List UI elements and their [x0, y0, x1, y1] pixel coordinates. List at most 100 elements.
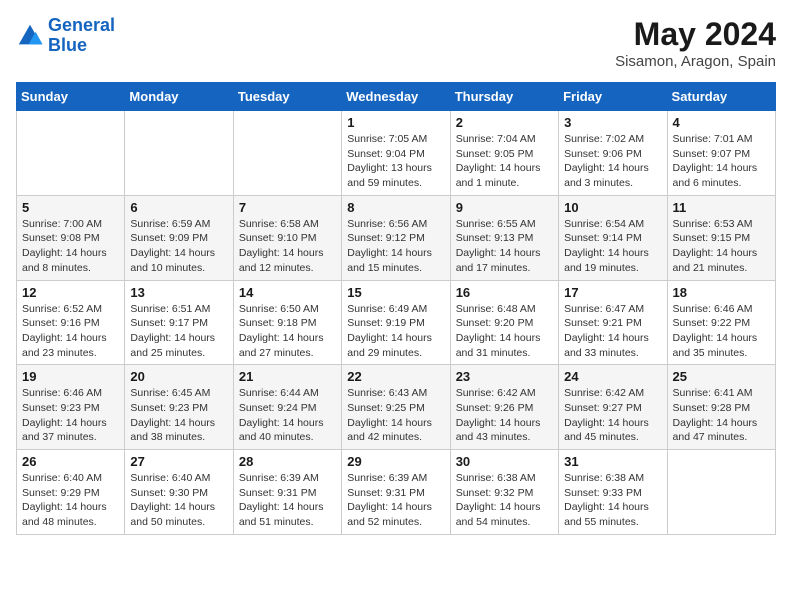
calendar-week-1: 1 Sunrise: 7:05 AM Sunset: 9:04 PM Daylig… — [17, 111, 776, 196]
day-number: 25 — [673, 369, 770, 384]
calendar-week-5: 26 Sunrise: 6:40 AM Sunset: 9:29 PM Dayli… — [17, 450, 776, 535]
calendar-cell — [233, 111, 341, 196]
calendar-cell: 25 Sunrise: 6:41 AM Sunset: 9:28 PM Dayli… — [667, 365, 775, 450]
weekday-header-friday: Friday — [559, 83, 667, 111]
day-number: 2 — [456, 115, 553, 130]
day-number: 8 — [347, 200, 444, 215]
day-number: 10 — [564, 200, 661, 215]
day-number: 27 — [130, 454, 227, 469]
day-number: 11 — [673, 200, 770, 215]
calendar-cell: 18Sunrise: 6:46 AM Sunset: 9:22 PM Dayli… — [667, 280, 775, 365]
calendar-cell: 7Sunrise: 6:58 AM Sunset: 9:10 PM Daylig… — [233, 195, 341, 280]
calendar-cell: 8 Sunrise: 6:56 AM Sunset: 9:12 PM Daylig… — [342, 195, 450, 280]
calendar-week-4: 19 Sunrise: 6:46 AM Sunset: 9:23 PM Dayli… — [17, 365, 776, 450]
cell-info: Sunrise: 6:50 AM Sunset: 9:18 PM Dayligh… — [239, 302, 336, 361]
weekday-header-thursday: Thursday — [450, 83, 558, 111]
day-number: 6 — [130, 200, 227, 215]
calendar-week-2: 5Sunrise: 7:00 AM Sunset: 9:08 PM Daylig… — [17, 195, 776, 280]
calendar-cell: 16 Sunrise: 6:48 AM Sunset: 9:20 PM Dayli… — [450, 280, 558, 365]
calendar-cell: 26 Sunrise: 6:40 AM Sunset: 9:29 PM Dayli… — [17, 450, 125, 535]
calendar-cell: 9 Sunrise: 6:55 AM Sunset: 9:13 PM Daylig… — [450, 195, 558, 280]
title-block: May 2024 Sisamon, Aragon, Spain — [615, 16, 776, 70]
day-number: 14 — [239, 285, 336, 300]
cell-info: Sunrise: 7:02 AM Sunset: 9:06 PM Dayligh… — [564, 132, 661, 191]
cell-info: Sunrise: 6:45 AM Sunset: 9:23 PM Dayligh… — [130, 386, 227, 445]
cell-info: Sunrise: 6:53 AM Sunset: 9:15 PM Dayligh… — [673, 217, 770, 276]
cell-info: Sunrise: 6:43 AM Sunset: 9:25 PM Dayligh… — [347, 386, 444, 445]
calendar-cell: 1 Sunrise: 7:05 AM Sunset: 9:04 PM Daylig… — [342, 111, 450, 196]
cell-info: Sunrise: 7:04 AM Sunset: 9:05 PM Dayligh… — [456, 132, 553, 191]
day-number: 1 — [347, 115, 444, 130]
cell-info: Sunrise: 6:40 AM Sunset: 9:30 PM Dayligh… — [130, 471, 227, 530]
day-number: 18 — [673, 285, 770, 300]
day-number: 20 — [130, 369, 227, 384]
day-number: 24 — [564, 369, 661, 384]
cell-info: Sunrise: 6:46 AM Sunset: 9:23 PM Dayligh… — [22, 386, 119, 445]
calendar-cell — [17, 111, 125, 196]
calendar-cell: 2 Sunrise: 7:04 AM Sunset: 9:05 PM Daylig… — [450, 111, 558, 196]
calendar-cell: 11 Sunrise: 6:53 AM Sunset: 9:15 PM Dayli… — [667, 195, 775, 280]
cell-info: Sunrise: 6:59 AM Sunset: 9:09 PM Dayligh… — [130, 217, 227, 276]
day-number: 17 — [564, 285, 661, 300]
cell-info: Sunrise: 7:05 AM Sunset: 9:04 PM Dayligh… — [347, 132, 444, 191]
calendar-cell: 29Sunrise: 6:39 AM Sunset: 9:31 PM Dayli… — [342, 450, 450, 535]
day-number: 16 — [456, 285, 553, 300]
weekday-header-tuesday: Tuesday — [233, 83, 341, 111]
weekday-header-sunday: Sunday — [17, 83, 125, 111]
calendar-cell: 19 Sunrise: 6:46 AM Sunset: 9:23 PM Dayli… — [17, 365, 125, 450]
page-header: General Blue May 2024 Sisamon, Aragon, S… — [16, 16, 776, 70]
location: Sisamon, Aragon, Spain — [615, 53, 776, 70]
cell-info: Sunrise: 6:42 AM Sunset: 9:27 PM Dayligh… — [564, 386, 661, 445]
calendar: SundayMondayTuesdayWednesdayThursdayFrid… — [16, 82, 776, 535]
cell-info: Sunrise: 7:01 AM Sunset: 9:07 PM Dayligh… — [673, 132, 770, 191]
weekday-header-saturday: Saturday — [667, 83, 775, 111]
calendar-cell: 22 Sunrise: 6:43 AM Sunset: 9:25 PM Dayli… — [342, 365, 450, 450]
day-number: 22 — [347, 369, 444, 384]
calendar-cell: 5Sunrise: 7:00 AM Sunset: 9:08 PM Daylig… — [17, 195, 125, 280]
cell-info: Sunrise: 6:52 AM Sunset: 9:16 PM Dayligh… — [22, 302, 119, 361]
day-number: 12 — [22, 285, 119, 300]
cell-info: Sunrise: 6:49 AM Sunset: 9:19 PM Dayligh… — [347, 302, 444, 361]
cell-info: Sunrise: 6:47 AM Sunset: 9:21 PM Dayligh… — [564, 302, 661, 361]
calendar-cell: 21Sunrise: 6:44 AM Sunset: 9:24 PM Dayli… — [233, 365, 341, 450]
day-number: 30 — [456, 454, 553, 469]
calendar-cell: 3Sunrise: 7:02 AM Sunset: 9:06 PM Daylig… — [559, 111, 667, 196]
calendar-cell: 28 Sunrise: 6:39 AM Sunset: 9:31 PM Dayli… — [233, 450, 341, 535]
calendar-cell: 27 Sunrise: 6:40 AM Sunset: 9:30 PM Dayli… — [125, 450, 233, 535]
cell-info: Sunrise: 6:55 AM Sunset: 9:13 PM Dayligh… — [456, 217, 553, 276]
weekday-header-monday: Monday — [125, 83, 233, 111]
cell-info: Sunrise: 6:38 AM Sunset: 9:32 PM Dayligh… — [456, 471, 553, 530]
calendar-cell — [125, 111, 233, 196]
calendar-cell: 30 Sunrise: 6:38 AM Sunset: 9:32 PM Dayli… — [450, 450, 558, 535]
day-number: 13 — [130, 285, 227, 300]
cell-info: Sunrise: 6:39 AM Sunset: 9:31 PM Dayligh… — [239, 471, 336, 530]
calendar-cell: 4 Sunrise: 7:01 AM Sunset: 9:07 PM Daylig… — [667, 111, 775, 196]
cell-info: Sunrise: 6:40 AM Sunset: 9:29 PM Dayligh… — [22, 471, 119, 530]
calendar-header: SundayMondayTuesdayWednesdayThursdayFrid… — [17, 83, 776, 111]
calendar-cell: 12 Sunrise: 6:52 AM Sunset: 9:16 PM Dayli… — [17, 280, 125, 365]
calendar-cell: 14 Sunrise: 6:50 AM Sunset: 9:18 PM Dayli… — [233, 280, 341, 365]
calendar-cell: 13Sunrise: 6:51 AM Sunset: 9:17 PM Dayli… — [125, 280, 233, 365]
cell-info: Sunrise: 6:42 AM Sunset: 9:26 PM Dayligh… — [456, 386, 553, 445]
day-number: 28 — [239, 454, 336, 469]
cell-info: Sunrise: 6:56 AM Sunset: 9:12 PM Dayligh… — [347, 217, 444, 276]
calendar-cell: 10 Sunrise: 6:54 AM Sunset: 9:14 PM Dayli… — [559, 195, 667, 280]
day-number: 21 — [239, 369, 336, 384]
calendar-cell: 6 Sunrise: 6:59 AM Sunset: 9:09 PM Daylig… — [125, 195, 233, 280]
logo-text: General Blue — [48, 16, 115, 56]
day-number: 19 — [22, 369, 119, 384]
day-number: 7 — [239, 200, 336, 215]
day-number: 29 — [347, 454, 444, 469]
day-number: 4 — [673, 115, 770, 130]
calendar-cell: 17 Sunrise: 6:47 AM Sunset: 9:21 PM Dayli… — [559, 280, 667, 365]
day-number: 9 — [456, 200, 553, 215]
cell-info: Sunrise: 6:54 AM Sunset: 9:14 PM Dayligh… — [564, 217, 661, 276]
calendar-cell — [667, 450, 775, 535]
day-number: 5 — [22, 200, 119, 215]
day-number: 26 — [22, 454, 119, 469]
calendar-cell: 20 Sunrise: 6:45 AM Sunset: 9:23 PM Dayli… — [125, 365, 233, 450]
cell-info: Sunrise: 6:41 AM Sunset: 9:28 PM Dayligh… — [673, 386, 770, 445]
cell-info: Sunrise: 6:48 AM Sunset: 9:20 PM Dayligh… — [456, 302, 553, 361]
calendar-cell: 23Sunrise: 6:42 AM Sunset: 9:26 PM Dayli… — [450, 365, 558, 450]
logo: General Blue — [16, 16, 115, 56]
